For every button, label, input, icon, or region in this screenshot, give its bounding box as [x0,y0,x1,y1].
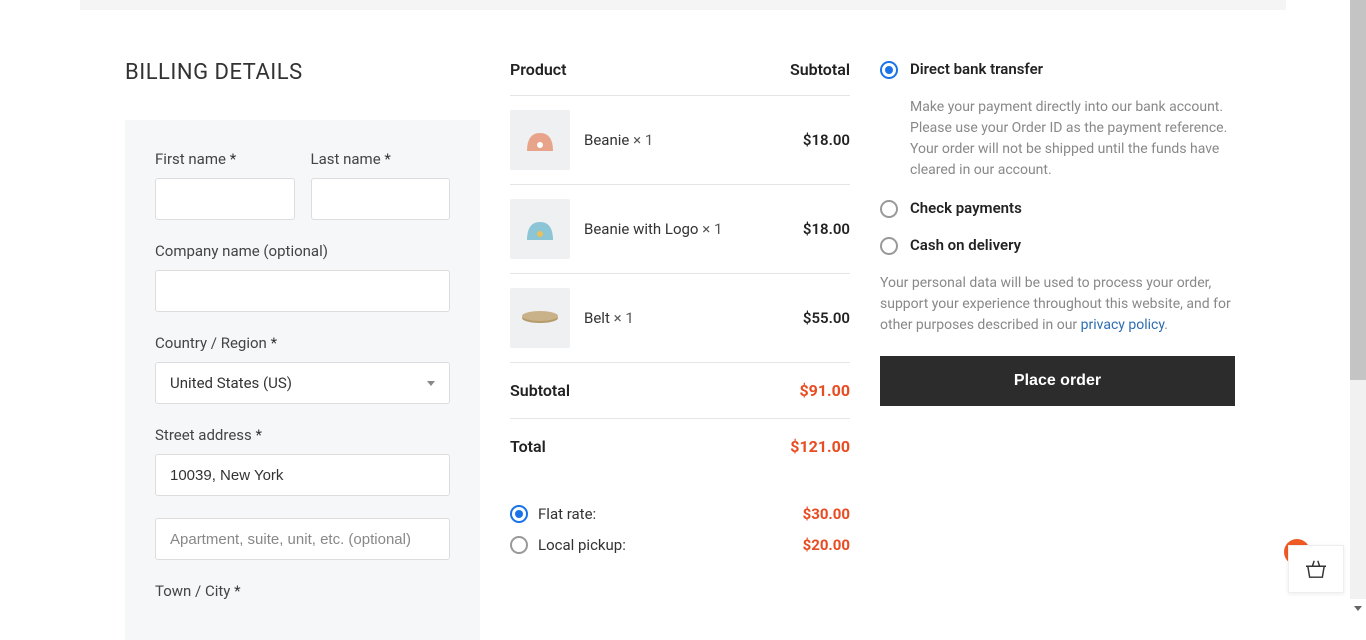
checkout-container: BILLING DETAILS First name * Last name *… [0,10,1366,640]
item-name: Beanie with Logo × 1 [584,220,803,238]
company-input[interactable] [155,270,450,312]
shipping-label: Local pickup: [538,536,626,554]
first-name-input[interactable] [155,178,295,220]
place-order-button[interactable]: Place order [880,356,1235,406]
payment-label: Direct bank transfer [910,60,1043,78]
last-name-field: Last name * [311,150,451,220]
shipping-price: $20.00 [803,536,850,554]
order-item: Beanie with Logo × 1 $18.00 [510,185,850,274]
shipping-radio-flat[interactable] [510,505,528,523]
shipping-radio-pickup[interactable] [510,536,528,554]
country-select[interactable]: United States (US) [155,362,450,404]
billing-title: BILLING DETAILS [125,60,480,85]
product-thumb [510,199,570,259]
cart-widget[interactable] [1288,545,1344,593]
shipping-row: Flat rate: $30.00 [510,498,850,529]
last-name-input[interactable] [311,178,451,220]
item-name: Beanie × 1 [584,131,803,149]
item-name: Belt × 1 [584,309,803,327]
payment-label: Check payments [910,199,1022,217]
shipping-price: $30.00 [803,505,850,523]
scrollbar-thumb[interactable] [1350,0,1366,380]
payment-option-bank: Direct bank transfer [880,60,1235,79]
payment-radio-bank[interactable] [880,61,898,79]
town-field: Town / City * [155,582,450,610]
payment-option-check: Check payments [880,199,1235,218]
shipping-label: Flat rate: [538,505,596,523]
payment-radio-cod[interactable] [880,237,898,255]
subtotal-header: Subtotal [790,60,850,79]
total-amount: $121.00 [790,437,850,456]
payment-desc: Make your payment directly into our bank… [910,97,1235,181]
payment-radio-check[interactable] [880,200,898,218]
item-price: $18.00 [803,220,850,238]
total-line: Total $121.00 [510,419,850,474]
item-price: $55.00 [803,309,850,327]
order-item: Beanie × 1 $18.00 [510,96,850,185]
product-thumb [510,288,570,348]
billing-column: BILLING DETAILS First name * Last name *… [125,60,480,640]
scroll-down-icon[interactable] [1354,606,1362,611]
apt-input[interactable] [155,518,450,560]
street-field: Street address * [155,426,450,496]
shipping-row: Local pickup: $20.00 [510,529,850,560]
street-input[interactable] [155,454,450,496]
product-thumb [510,110,570,170]
country-label: Country / Region * [155,334,450,352]
subtotal-line: Subtotal $91.00 [510,363,850,419]
first-name-label: First name * [155,150,295,168]
item-price: $18.00 [803,131,850,149]
order-item: Belt × 1 $55.00 [510,274,850,363]
payment-column: Direct bank transfer Make your payment d… [880,60,1235,640]
town-label: Town / City * [155,582,450,600]
payment-option-cod: Cash on delivery [880,236,1235,255]
country-field: Country / Region * United States (US) [155,334,450,404]
privacy-link[interactable]: privacy policy [1081,317,1165,333]
product-header: Product [510,60,567,79]
basket-icon [1305,559,1327,579]
subtotal-amount: $91.00 [799,381,850,400]
privacy-text: Your personal data will be used to proce… [880,273,1235,336]
last-name-label: Last name * [311,150,451,168]
subtotal-label: Subtotal [510,381,570,400]
top-spacer [80,0,1286,10]
country-value: United States (US) [170,374,292,392]
company-label: Company name (optional) [155,242,450,260]
order-header: Product Subtotal [510,60,850,96]
payment-label: Cash on delivery [910,236,1021,254]
total-label: Total [510,437,546,456]
shipping-options: Flat rate: $30.00 Local pickup: $20.00 [510,474,850,560]
apt-field [155,518,450,560]
billing-form: First name * Last name * Company name (o… [125,120,480,640]
order-column: Product Subtotal Beanie × 1 $18.00 Beani… [510,60,850,640]
street-label: Street address * [155,426,450,444]
chevron-down-icon [427,381,435,386]
company-field: Company name (optional) [155,242,450,312]
first-name-field: First name * [155,150,295,220]
